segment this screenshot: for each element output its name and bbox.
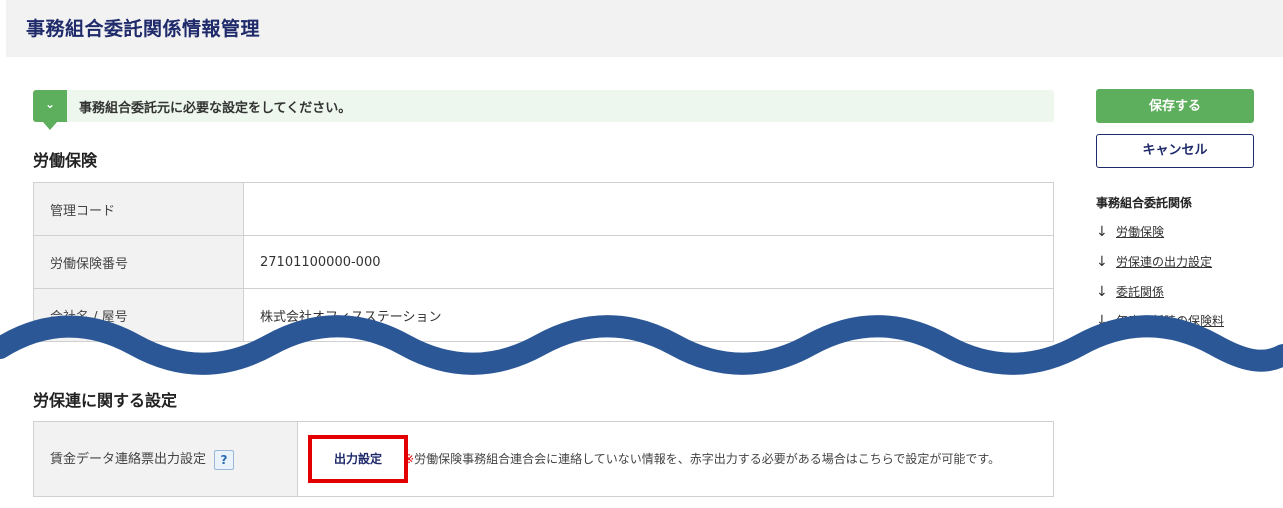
notice-text: 事務組合委託元に必要な設定をしてください。 <box>79 101 352 116</box>
notice-toggle[interactable]: ⌄ <box>33 90 67 130</box>
table-row: 管理コード <box>33 182 1054 236</box>
page-title: 事務組合委託関係情報管理 <box>26 18 261 40</box>
table-row: 労働保険番号 27101100000-000 <box>33 235 1054 289</box>
help-icon[interactable]: ? <box>214 449 235 470</box>
row-value-cell: 出力設定 ※労働保険事務組合連合会に連絡していない情報を、赤字出力する必要がある… <box>297 421 1054 497</box>
rouhoren-table: 賃金データ連絡票出力設定? 出力設定 ※労働保険事務組合連合会に連絡していない情… <box>33 421 1054 497</box>
row-value <box>243 182 1054 236</box>
notice-banner: ⌄ 事務組合委託元に必要な設定をしてください。 <box>33 90 1054 130</box>
table-row: 賃金データ連絡票出力設定? 出力設定 ※労働保険事務組合連合会に連絡していない情… <box>33 421 1054 497</box>
side-nav-heading: 事務組合委託関係 <box>1096 196 1193 210</box>
arrow-down-icon: ↓ <box>1096 254 1108 270</box>
side-link-rouhoren-output[interactable]: ↓ 労保連の出力設定 <box>1096 253 1212 270</box>
wave-divider <box>0 315 1283 375</box>
output-settings-note: ※労働保険事務組合連合会に連絡していない情報を、赤字出力する必要がある場合はこち… <box>404 449 1024 469</box>
arrow-down-icon: ↓ <box>1096 284 1108 300</box>
side-link-label: 労働保険 <box>1116 225 1165 239</box>
output-settings-button[interactable]: 出力設定 <box>308 435 408 483</box>
page-header: 事務組合委託関係情報管理 <box>6 0 1283 57</box>
chevron-down-icon: ⌄ <box>44 97 56 111</box>
side-link-label: 委託関係 <box>1116 285 1165 299</box>
section-title-labor-insurance: 労働保険 <box>33 151 98 170</box>
row-label: 労働保険番号 <box>33 235 244 289</box>
row-label: 賃金データ連絡票出力設定 <box>50 452 207 468</box>
row-value: 27101100000-000 <box>243 235 1054 289</box>
side-link-labor-insurance[interactable]: ↓ 労働保険 <box>1096 223 1164 240</box>
section-title-rouhoren: 労保連に関する設定 <box>33 391 178 410</box>
row-label-cell: 賃金データ連絡票出力設定? <box>33 421 298 497</box>
row-label: 管理コード <box>33 182 244 236</box>
save-button[interactable]: 保存する <box>1096 89 1254 123</box>
side-link-label: 労保連の出力設定 <box>1116 255 1213 269</box>
note-text: 労働保険事務組合連合会に連絡していない情報を、赤字出力する必要がある場合はこちら… <box>414 452 1001 466</box>
arrow-down-icon: ↓ <box>1096 224 1108 240</box>
note-mark: ※ <box>404 452 415 466</box>
side-link-consignment[interactable]: ↓ 委託関係 <box>1096 283 1164 300</box>
cancel-button[interactable]: キャンセル <box>1096 134 1254 168</box>
